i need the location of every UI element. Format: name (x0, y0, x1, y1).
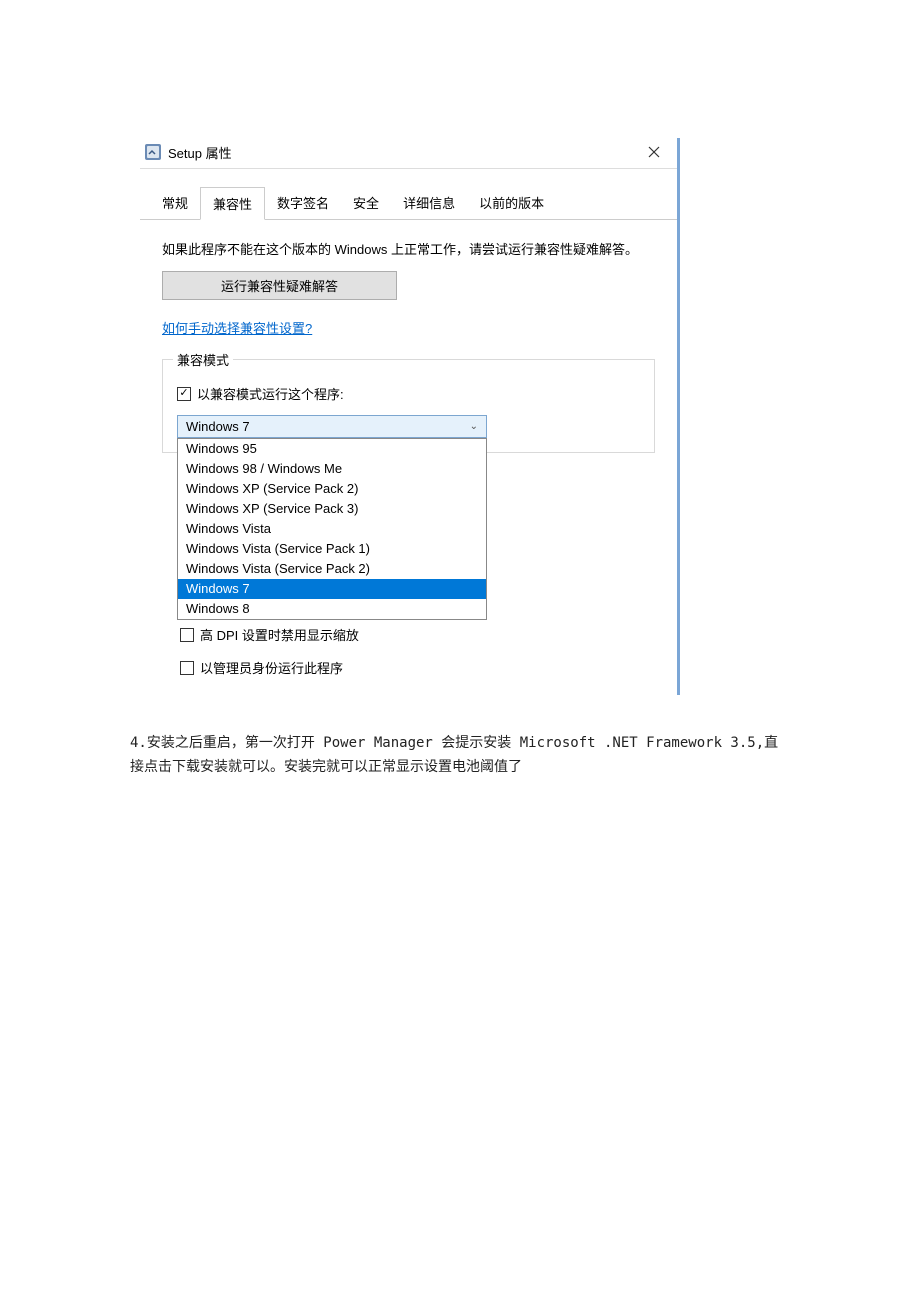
disable-dpi-scaling-label: 高 DPI 设置时禁用显示缩放 (200, 625, 359, 644)
intro-text: 如果此程序不能在这个版本的 Windows 上正常工作，请尝试运行兼容性疑难解答… (162, 238, 655, 261)
combo-selected-value: Windows 7 (186, 419, 250, 434)
compat-mode-dropdown: Windows 95 Windows 98 / Windows Me Windo… (177, 438, 487, 620)
compat-option-win98[interactable]: Windows 98 / Windows Me (178, 459, 486, 479)
run-troubleshooter-button[interactable]: 运行兼容性疑难解答 (162, 271, 397, 300)
dialog-title: Setup 属性 (168, 143, 232, 162)
tab-general[interactable]: 常规 (150, 187, 200, 219)
run-as-admin-checkbox[interactable] (180, 661, 194, 675)
tab-bar: 常规 兼容性 数字签名 安全 详细信息 以前的版本 (140, 187, 677, 220)
chevron-down-icon: ⌄ (470, 421, 478, 432)
tab-content: 如果此程序不能在这个版本的 Windows 上正常工作，请尝试运行兼容性疑难解答… (140, 220, 677, 695)
compat-option-win7[interactable]: Windows 7 (178, 579, 486, 599)
compat-option-win95[interactable]: Windows 95 (178, 439, 486, 459)
compat-option-win8[interactable]: Windows 8 (178, 599, 486, 619)
compat-option-vistasp2[interactable]: Windows Vista (Service Pack 2) (178, 559, 486, 579)
tab-security[interactable]: 安全 (341, 187, 391, 219)
run-as-admin-label: 以管理员身份运行此程序 (200, 658, 343, 677)
compatibility-mode-group: 兼容模式 以兼容模式运行这个程序: Windows 7 ⌄ Windows 95… (162, 359, 655, 453)
titlebar: Setup 属性 (140, 138, 677, 169)
compat-mode-combo[interactable]: Windows 7 ⌄ Windows 95 Windows 98 / Wind… (177, 415, 487, 438)
compat-mode-legend: 兼容模式 (173, 350, 233, 369)
tab-compatibility[interactable]: 兼容性 (200, 187, 265, 220)
disable-dpi-scaling-checkbox[interactable] (180, 628, 194, 642)
compat-option-xpsp2[interactable]: Windows XP (Service Pack 2) (178, 479, 486, 499)
instruction-step-4: 4.安装之后重启，第一次打开 Power Manager 会提示安装 Micro… (130, 732, 790, 780)
tab-digital-signatures[interactable]: 数字签名 (265, 187, 341, 219)
tab-details[interactable]: 详细信息 (391, 187, 467, 219)
compat-option-xpsp3[interactable]: Windows XP (Service Pack 3) (178, 499, 486, 519)
properties-dialog: Setup 属性 常规 兼容性 数字签名 安全 详细信息 以前的版本 如果此程序… (140, 138, 680, 695)
close-button[interactable] (639, 140, 669, 164)
compat-option-vistasp1[interactable]: Windows Vista (Service Pack 1) (178, 539, 486, 559)
compat-mode-checkbox[interactable] (177, 387, 191, 401)
tab-previous-versions[interactable]: 以前的版本 (467, 187, 556, 219)
compat-mode-checkbox-label: 以兼容模式运行这个程序: (197, 384, 344, 403)
setup-icon (144, 143, 162, 161)
help-link[interactable]: 如何手动选择兼容性设置? (162, 318, 312, 337)
close-icon (648, 146, 660, 158)
compat-option-vista[interactable]: Windows Vista (178, 519, 486, 539)
